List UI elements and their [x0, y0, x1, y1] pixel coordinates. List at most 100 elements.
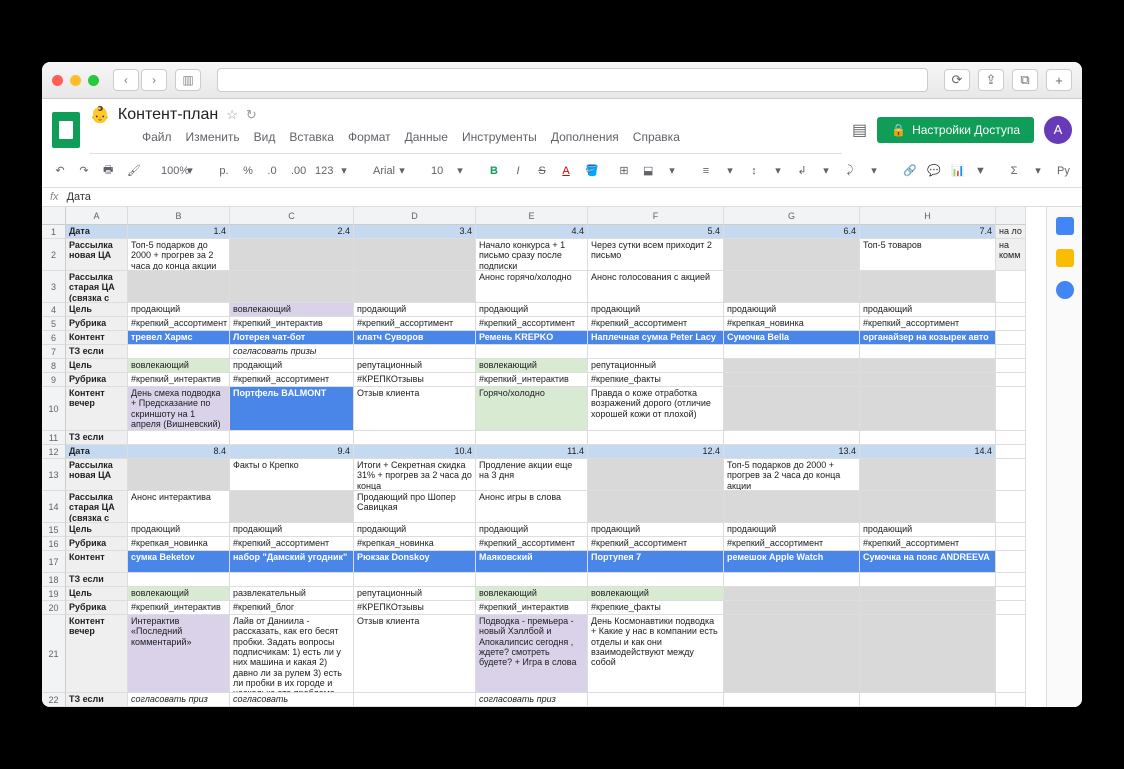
cell[interactable]: #КРЕПКОтзывы [354, 601, 476, 615]
forward-button[interactable]: › [141, 69, 167, 91]
cell[interactable]: 3.4 [354, 225, 476, 239]
cell[interactable]: 6.4 [724, 225, 860, 239]
row-header[interactable]: 2 [42, 239, 66, 271]
cell[interactable] [128, 459, 230, 491]
maximize-icon[interactable] [88, 75, 99, 86]
row-header[interactable]: 3 [42, 271, 66, 303]
col-header[interactable]: B [128, 207, 230, 225]
cell[interactable]: Подводка - премьера - новый Хэллбой и Ап… [476, 615, 588, 693]
cell[interactable] [860, 387, 996, 431]
cell[interactable]: #крепкий_ассортимент [724, 537, 860, 551]
zoom-select[interactable]: 100% [156, 162, 176, 180]
cell[interactable] [354, 345, 476, 359]
cell[interactable]: Отзыв клиента [354, 387, 476, 431]
cell[interactable]: Дата [66, 445, 128, 459]
col-header[interactable] [996, 207, 1026, 225]
dec-increase-button[interactable]: .00 [286, 162, 306, 180]
cell[interactable] [996, 387, 1026, 431]
cell[interactable] [860, 601, 996, 615]
cell[interactable]: на комм [996, 239, 1026, 271]
cell[interactable]: Рассылка новая ЦА [66, 459, 128, 491]
col-header[interactable]: D [354, 207, 476, 225]
link-button[interactable]: 🔗 [898, 161, 918, 180]
cell[interactable] [354, 693, 476, 707]
cell[interactable] [860, 459, 996, 491]
comments-icon[interactable]: ▤ [852, 120, 867, 140]
reader-icon[interactable]: ⟳ [944, 69, 970, 91]
share-icon[interactable]: ⇪ [978, 69, 1004, 91]
col-header[interactable]: A [66, 207, 128, 225]
cell[interactable]: #крепкий_блог [230, 601, 354, 615]
cell[interactable]: Анонс горячо/холодно [476, 271, 588, 303]
cell[interactable] [230, 431, 354, 445]
cell[interactable]: #крепкий_ассортимент [860, 537, 996, 551]
cell[interactable] [996, 445, 1026, 459]
cell[interactable]: Цель [66, 303, 128, 317]
cell[interactable] [860, 693, 996, 707]
cell[interactable]: вовлекающий [476, 359, 588, 373]
cell[interactable] [996, 271, 1026, 303]
cell[interactable]: продающий [476, 303, 588, 317]
cell[interactable]: #крепкий_ассортимент [128, 317, 230, 331]
cell[interactable]: Правда о коже отработка возражений дорог… [588, 387, 724, 431]
row-header[interactable]: 1 [42, 225, 66, 239]
cell[interactable]: #крепкий_ассортимент [476, 537, 588, 551]
cell[interactable] [860, 271, 996, 303]
cell[interactable]: тревел Хармс [128, 331, 230, 345]
cell[interactable]: Рассылка старая ЦА (связка с КП) [66, 271, 128, 303]
row-header[interactable]: 18 [42, 573, 66, 587]
cell[interactable] [128, 345, 230, 359]
cell[interactable]: продающий [724, 523, 860, 537]
rotate-button[interactable]: ⤸ [840, 161, 860, 180]
more-formats-button[interactable]: 123 [310, 162, 330, 180]
cell[interactable]: #крепкий_интерактив [476, 601, 588, 615]
italic-button[interactable]: I [508, 162, 528, 180]
cell[interactable]: вовлекающий [230, 303, 354, 317]
row-header[interactable]: 10 [42, 387, 66, 431]
row-header[interactable]: 17 [42, 551, 66, 573]
cell[interactable]: #крепкий_ассортимент [476, 317, 588, 331]
cell[interactable]: Цель [66, 523, 128, 537]
cell[interactable]: продающий [476, 523, 588, 537]
cell[interactable]: Наплечная сумка Peter Lacy [588, 331, 724, 345]
cell[interactable]: продающий [230, 523, 354, 537]
move-icon[interactable]: ↻ [246, 107, 257, 123]
cell[interactable] [860, 359, 996, 373]
font-select[interactable]: Arial [368, 162, 388, 180]
cell[interactable]: Анонс голосования с акцией [588, 271, 724, 303]
cell[interactable] [588, 431, 724, 445]
row-header[interactable]: 8 [42, 359, 66, 373]
close-icon[interactable] [52, 75, 63, 86]
cell[interactable] [354, 239, 476, 271]
cell[interactable]: Рубрика [66, 373, 128, 387]
row-header[interactable]: 9 [42, 373, 66, 387]
cell[interactable]: Рубрика [66, 601, 128, 615]
cell[interactable]: согласовать приз [476, 693, 588, 707]
cell[interactable]: #крепкая_новинка [128, 537, 230, 551]
cell[interactable]: ТЗ если есть [66, 573, 128, 587]
row-header[interactable]: 4 [42, 303, 66, 317]
cell[interactable]: Маяковский [476, 551, 588, 573]
cell[interactable]: День Космонавтики подводка + Какие у нас… [588, 615, 724, 693]
cell[interactable]: Портфель BALMONT [230, 387, 354, 431]
cell[interactable] [996, 615, 1026, 693]
cell[interactable]: согласовать [230, 693, 354, 707]
cell[interactable]: 9.4 [230, 445, 354, 459]
cell[interactable]: Сумочка Bella [724, 331, 860, 345]
wrap-button[interactable]: ↲ [792, 161, 812, 180]
row-header[interactable]: 14 [42, 491, 66, 523]
cell[interactable]: вовлекающий [128, 359, 230, 373]
comment-button[interactable]: 💬 [922, 161, 942, 180]
cell[interactable] [724, 387, 860, 431]
tabs-icon[interactable]: ⧉ [1012, 69, 1038, 91]
cell[interactable] [588, 345, 724, 359]
cell[interactable]: репутационный [354, 359, 476, 373]
back-button[interactable]: ‹ [113, 69, 139, 91]
cell[interactable] [128, 431, 230, 445]
cell[interactable] [860, 431, 996, 445]
row-header[interactable]: 7 [42, 345, 66, 359]
cell[interactable]: Рассылка старая ЦА (связка с КП) [66, 491, 128, 523]
cell[interactable]: 8.4 [128, 445, 230, 459]
cell[interactable]: 11.4 [476, 445, 588, 459]
cell[interactable]: Рассылка новая ЦА [66, 239, 128, 271]
